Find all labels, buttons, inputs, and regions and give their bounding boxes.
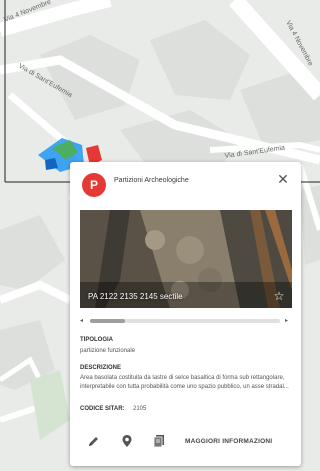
scrollbar-thumb[interactable]	[90, 319, 125, 323]
descrizione-label: DESCRIZIONE	[80, 365, 122, 371]
panel-title: Partizioni Archeologiche	[114, 177, 189, 184]
info-panel: P Partizioni Archeologiche ✕ PA 2122 213…	[70, 162, 301, 466]
descrizione-value: Area basolata costituita da lastre di se…	[80, 375, 289, 390]
codice-sitar-label: CODICE SITAR:	[80, 406, 125, 412]
tipologia-value: partizione funzionale	[80, 348, 136, 354]
locate-button[interactable]	[120, 434, 134, 448]
photo-carousel[interactable]: PA 2122 2135 2145 sectile ☆	[80, 210, 292, 308]
map-pin-icon	[122, 435, 132, 447]
close-icon: ✕	[277, 171, 289, 187]
favorite-button[interactable]: ☆	[272, 289, 286, 303]
tipologia-label: TIPOLOGIA	[80, 337, 113, 343]
edit-button[interactable]	[87, 434, 101, 448]
photo-caption: PA 2122 2135 2145 sectile	[88, 292, 183, 301]
close-button[interactable]: ✕	[275, 171, 291, 187]
more-info-button[interactable]: MAGGIORI INFORMAZIONI	[185, 438, 272, 445]
star-outline-icon: ☆	[273, 289, 285, 303]
library-books-icon	[153, 435, 164, 448]
action-toolbar: MAGGIORI INFORMAZIONI	[70, 426, 301, 456]
pencil-icon	[89, 437, 98, 446]
documents-button[interactable]	[152, 434, 166, 448]
horizontal-scrollbar[interactable]	[90, 319, 280, 323]
layer-avatar: P	[82, 173, 106, 197]
scroll-right-arrow[interactable]: ▸	[285, 317, 288, 324]
codice-sitar-value: 2105	[133, 406, 147, 412]
scroll-left-arrow[interactable]: ◂	[80, 317, 83, 324]
